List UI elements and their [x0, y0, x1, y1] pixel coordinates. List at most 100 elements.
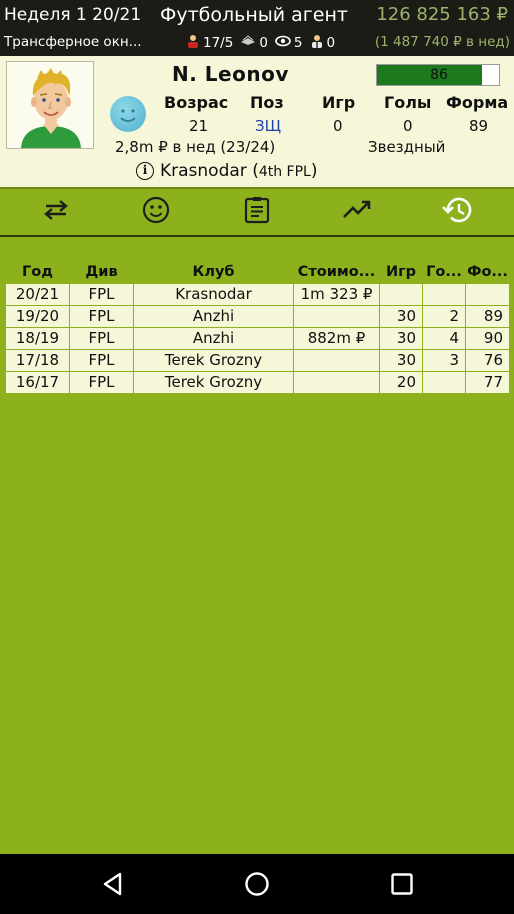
cell-value: 1m 323 ₽ — [293, 282, 380, 306]
col-header-year[interactable]: Год — [6, 261, 70, 283]
cell-goals — [422, 282, 466, 306]
transfer-window-label: Трансферное окн... — [4, 34, 142, 50]
scout-count: 5 — [293, 35, 303, 51]
position-value: ЗЩ — [255, 117, 282, 135]
club-info[interactable]: i Krasnodar (4th FPL) — [136, 161, 317, 181]
agent-count: 0 — [326, 35, 336, 51]
cell-year: 20/21 — [5, 282, 70, 306]
cell-games — [379, 282, 423, 306]
age-value: 21 — [189, 117, 209, 135]
agent-count-icon — [310, 34, 324, 52]
cell-year: 16/17 — [5, 370, 70, 394]
rating-bar: 86 — [376, 64, 500, 86]
history-icon — [442, 196, 472, 228]
cell-form: 76 — [465, 348, 510, 372]
cell-goals: 3 — [422, 348, 466, 372]
offer-count-icon — [240, 35, 256, 51]
swap-arrows-icon — [42, 199, 70, 225]
app-title: Футбольный агент — [160, 4, 348, 26]
league-name: 4th FPL — [258, 164, 311, 180]
mood-indicator-icon — [110, 96, 146, 132]
offer-count: 0 — [259, 35, 268, 51]
table-row[interactable]: 17/18 FPL Terek Grozny 30 3 76 — [5, 348, 510, 372]
recents-square-icon — [391, 873, 413, 895]
cell-form: 90 — [465, 326, 510, 350]
cell-form: 77 — [465, 370, 510, 394]
counters: 17/5 0 5 0 — [186, 34, 335, 52]
cell-form: 89 — [465, 304, 510, 328]
col-header-division[interactable]: Див — [70, 261, 134, 283]
salary-label: 2,8m ₽ в нед (23/24) — [115, 138, 276, 156]
form-header: Форма — [446, 93, 509, 112]
cell-goals: 4 — [422, 326, 466, 350]
week-label: Неделя 1 20/21 — [4, 5, 142, 25]
player-avatar[interactable] — [6, 61, 94, 149]
player-count: 17/5 — [203, 35, 234, 51]
cell-year: 18/19 — [5, 326, 70, 350]
table-row[interactable]: 20/21 FPL Krasnodar 1m 323 ₽ — [5, 282, 510, 306]
cell-games: 30 — [379, 348, 423, 372]
weekly-income-label: (1 487 740 ₽ в нед) — [374, 34, 510, 50]
col-header-games[interactable]: Игр — [380, 261, 423, 283]
cell-division: FPL — [69, 304, 134, 328]
club-close: ) — [310, 161, 318, 181]
cell-year: 19/20 — [5, 304, 70, 328]
position-header: Поз — [250, 93, 284, 112]
tab-transfers[interactable] — [41, 197, 71, 227]
back-triangle-icon — [103, 872, 122, 896]
clipboard-icon — [243, 196, 271, 228]
tab-contract[interactable] — [242, 197, 272, 227]
cell-club: Krasnodar — [133, 282, 294, 306]
cell-games: 20 — [379, 370, 423, 394]
cell-division: FPL — [69, 348, 134, 372]
cell-division: FPL — [69, 282, 134, 306]
cell-value — [293, 348, 380, 372]
col-header-goals[interactable]: Го... — [423, 261, 466, 283]
cell-club: Anzhi — [133, 304, 294, 328]
tab-bar — [0, 189, 514, 237]
col-header-form[interactable]: Фо... — [466, 261, 510, 283]
balance-label: 126 825 163 ₽ — [376, 4, 508, 25]
goals-header: Голы — [384, 93, 432, 112]
info-icon[interactable]: i — [136, 162, 154, 180]
table-row[interactable]: 19/20 FPL Anzhi 30 2 89 — [5, 304, 510, 328]
status-label: Звездный — [368, 138, 446, 156]
cell-year: 17/18 — [5, 348, 70, 372]
cell-value — [293, 370, 380, 394]
col-header-value[interactable]: Стоимо... — [294, 261, 380, 283]
cell-value: 882m ₽ — [293, 326, 380, 350]
cell-club: Anzhi — [133, 326, 294, 350]
home-circle-icon — [245, 872, 269, 896]
cell-club: Terek Grozny — [133, 348, 294, 372]
eye-icon — [275, 35, 291, 51]
games-value: 0 — [333, 117, 343, 135]
system-nav-bar — [0, 854, 514, 914]
tab-mood[interactable] — [141, 196, 171, 228]
tab-progress[interactable] — [342, 197, 372, 227]
cell-value — [293, 304, 380, 328]
career-history-table: Год Див Клуб Стоимо... Игр Го... Фо... 2… — [5, 261, 510, 394]
trending-up-icon — [342, 199, 372, 225]
form-value: 89 — [469, 117, 489, 135]
table-header-row: Год Див Клуб Стоимо... Игр Го... Фо... — [6, 261, 510, 283]
cell-form — [465, 282, 510, 306]
player-name: N. Leonov — [172, 62, 289, 86]
cell-club: Terek Grozny — [133, 370, 294, 394]
table-row[interactable]: 16/17 FPL Terek Grozny 20 77 — [5, 370, 510, 394]
nav-home-button[interactable] — [244, 871, 270, 897]
rating-value: 86 — [430, 67, 448, 83]
table-row[interactable]: 18/19 FPL Anzhi 882m ₽ 30 4 90 — [5, 326, 510, 350]
nav-recents-button[interactable] — [389, 871, 415, 897]
age-header: Возрас — [164, 93, 229, 112]
cell-goals — [422, 370, 466, 394]
history-panel: Год Див Клуб Стоимо... Игр Го... Фо... 2… — [0, 237, 514, 854]
goals-value: 0 — [403, 117, 413, 135]
nav-back-button[interactable] — [100, 871, 126, 897]
player-card: N. Leonov 86 Возрас Поз Игр Голы Форма 2… — [0, 56, 514, 189]
club-name: Krasnodar ( — [160, 161, 259, 181]
top-bar: Неделя 1 20/21 Футбольный агент 126 825 … — [0, 0, 514, 56]
cell-division: FPL — [69, 326, 134, 350]
tab-history[interactable] — [442, 197, 472, 227]
col-header-club[interactable]: Клуб — [134, 261, 294, 283]
smiley-icon — [142, 196, 170, 228]
